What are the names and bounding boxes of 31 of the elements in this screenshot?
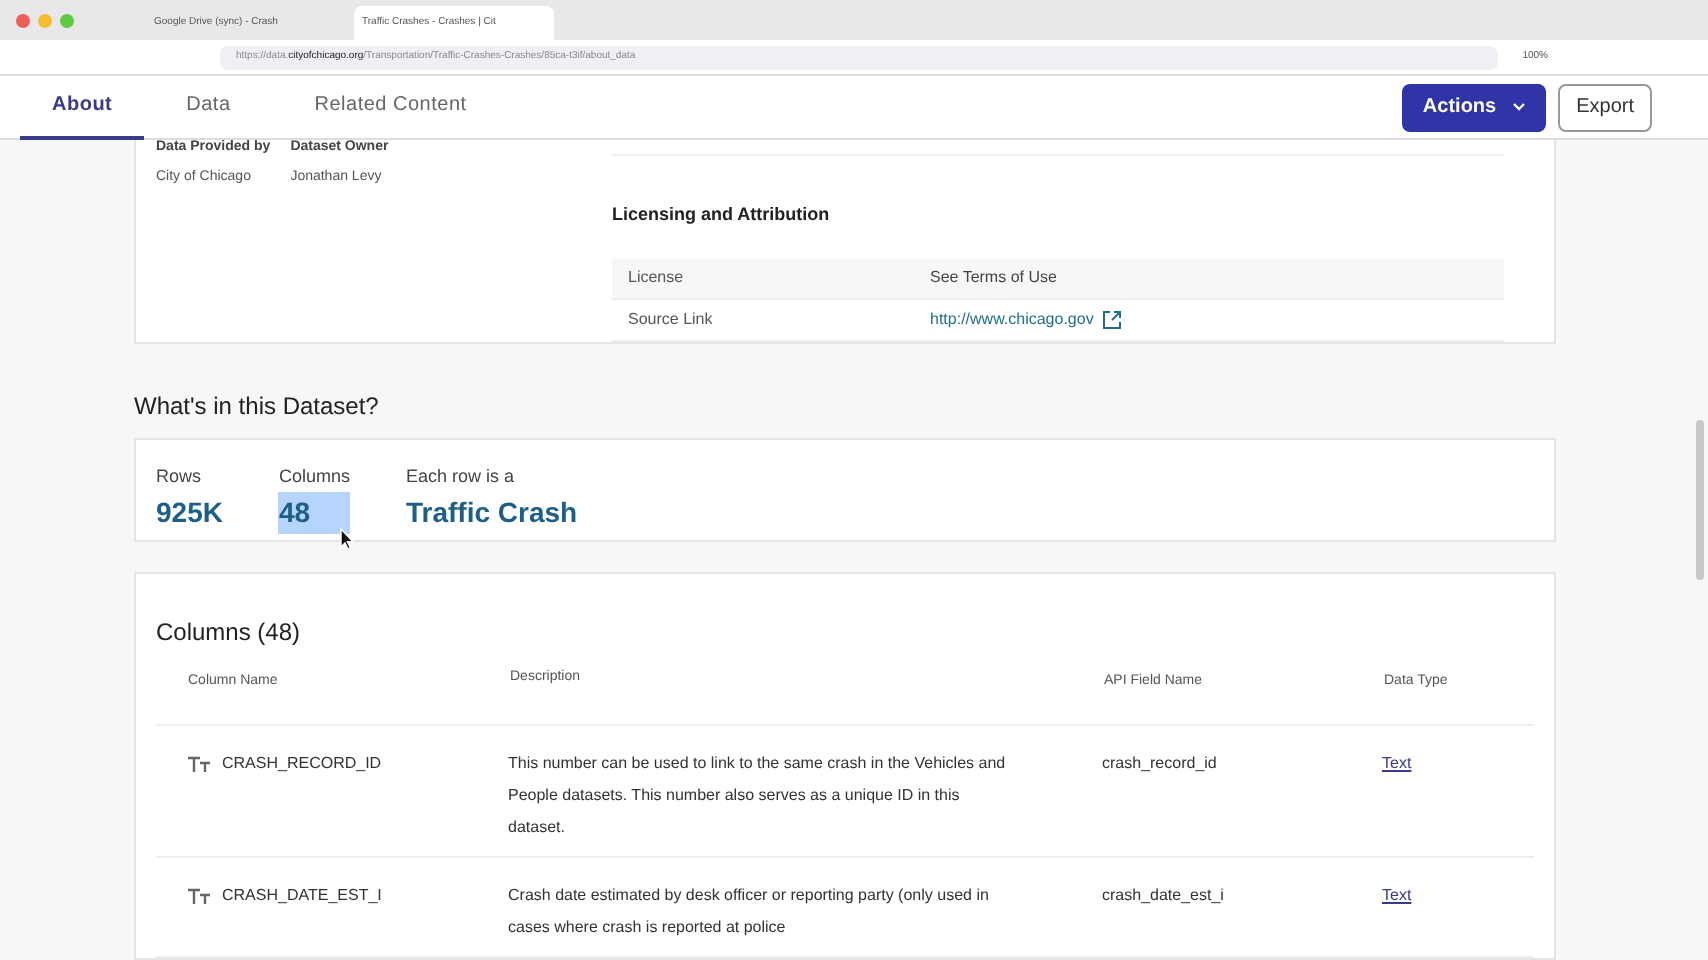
actions-button[interactable]: Actions <box>1402 83 1547 131</box>
api-field-name: crash_record_id <box>1102 752 1219 776</box>
nav-tab[interactable]: Related Content <box>272 75 509 139</box>
nav-tab[interactable]: About <box>20 75 145 139</box>
api-field-name: crash_date_est_i <box>1102 884 1226 908</box>
stat-value: Traffic Crash <box>405 494 578 533</box>
source-link[interactable]: http://www.chicago.gov <box>930 307 1094 331</box>
licensing-title: Licensing and Attribution <box>612 202 832 228</box>
export-button[interactable]: Export <box>1558 83 1652 131</box>
column-description: Crash date estimated by desk officer or reporting party (only used in cases where crash is reported at police <box>508 884 991 940</box>
license-label: License <box>626 265 686 289</box>
text-type-icon <box>188 756 210 772</box>
stat-value: 925K <box>156 494 223 533</box>
columns-title: Columns (48) <box>156 616 303 650</box>
column-name: CRASH_DATE_EST_I <box>222 884 382 908</box>
chevron-down-icon <box>1512 102 1527 112</box>
license-value: See Terms of Use <box>930 265 1057 289</box>
stat-value: 48 <box>278 492 350 535</box>
data-type-link[interactable]: Text <box>1382 880 1412 912</box>
data-type-link[interactable]: Text <box>1382 748 1412 780</box>
stat-label: Columns <box>278 463 350 490</box>
column-description: This number can be used to link to the same crash in the Vehicles and People datasets. This number also serves as a unique ID in this dataset. <box>508 752 1008 840</box>
stat-label: Rows <box>156 463 204 490</box>
column-name: CRASH_RECORD_ID <box>222 752 382 776</box>
license-label: Source Link <box>626 307 715 331</box>
text-type-icon <box>188 888 210 904</box>
section-title: What's in this Dataset? <box>134 391 381 420</box>
external-link-icon <box>1101 309 1122 329</box>
nav-tab[interactable]: Data <box>144 75 273 139</box>
stat-label: Each row is a <box>405 463 517 490</box>
scrollbar[interactable] <box>1696 420 1704 580</box>
